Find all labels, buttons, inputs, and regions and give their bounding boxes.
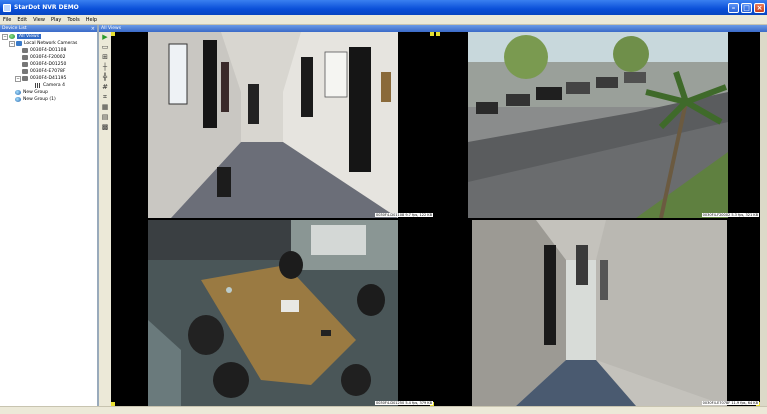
- camera-icon: [22, 55, 28, 60]
- collapse-icon[interactable]: −: [15, 75, 21, 82]
- corner-marker: [436, 32, 440, 36]
- camera-caption: 0030F4-F20002 5.3 fps, 321 KB: [701, 213, 759, 217]
- single-view-icon[interactable]: ▭: [101, 44, 109, 51]
- camera-view[interactable]: 0030F4-D01250 5.4 fps, 379 KB: [111, 220, 434, 406]
- tree-label-camera: 0030F4-E7078F: [30, 69, 66, 74]
- corridor-feed: [436, 220, 760, 406]
- panel-close-icon[interactable]: ×: [91, 26, 95, 32]
- tree-node-camera[interactable]: − 0030F4-D41195: [2, 75, 97, 82]
- menu-file[interactable]: File: [0, 17, 14, 23]
- collapse-icon[interactable]: −: [9, 40, 15, 47]
- sixteen-view-icon[interactable]: ▩: [101, 124, 109, 131]
- view-title: All Views: [101, 26, 122, 31]
- camera-icon: [22, 48, 28, 53]
- tree-label-camera: 0030F4-F20002: [30, 55, 66, 60]
- play-icon[interactable]: ▶: [101, 34, 109, 41]
- camera-caption: 0030F4-D01250 5.4 fps, 379 KB: [374, 401, 433, 405]
- thirteen-view-icon[interactable]: ▤: [101, 114, 109, 121]
- nine-view-icon[interactable]: #: [101, 84, 109, 91]
- hallway-feed: [111, 32, 434, 218]
- tree-label-subcamera: Camera 4: [43, 83, 65, 88]
- close-button[interactable]: ×: [754, 2, 765, 13]
- menu-view[interactable]: View: [30, 17, 48, 23]
- group-icon: [15, 90, 21, 95]
- tree-node-camera[interactable]: 0030F4-D01108: [2, 47, 97, 54]
- device-tree: − All Views − Local Network Cameras 0030…: [0, 32, 97, 103]
- tree-label-camera: 0030F4-D01108: [30, 48, 67, 53]
- camera-caption: 0030F4-D01108 9.7 fps, 122 KB: [374, 213, 433, 217]
- tree-node-camera[interactable]: 0030F4-D01250: [2, 61, 97, 68]
- camera-view[interactable]: 0030F4-F20002 5.3 fps, 321 KB: [436, 32, 760, 218]
- camera-grid: 0030F4-D01108 9.7 fps, 122 KB 0030F4-F20…: [111, 32, 760, 406]
- device-panel: Device List × − All Views − Local Networ…: [0, 25, 99, 406]
- ten-view-icon[interactable]: ⌗: [101, 94, 109, 101]
- conference-room-feed: [111, 220, 434, 406]
- device-panel-title: Device List: [2, 26, 27, 31]
- corner-marker: [430, 32, 434, 36]
- tree-label-camera: 0030F4-D41195: [30, 76, 67, 81]
- tree-label-camera: 0030F4-D01250: [30, 62, 67, 67]
- title-bar: StarDot NVR DEMO – □ ×: [0, 0, 767, 15]
- network-icon: [16, 41, 22, 46]
- tree-node-camera[interactable]: 0030F4-F20002: [2, 54, 97, 61]
- camera-view[interactable]: 0030F4-E7078F 11.9 fps, 64 KB: [436, 220, 760, 406]
- layout-toolbar: ▶ ▭ ⊞ ┼ ╬ # ⌗ ▦ ▤ ▩: [99, 32, 111, 406]
- camera-icon: [22, 69, 28, 74]
- camera-view[interactable]: 0030F4-D01108 9.7 fps, 122 KB: [111, 32, 434, 218]
- view-header: All Views: [99, 25, 767, 32]
- tree-node-all-views[interactable]: − All Views: [2, 33, 97, 40]
- device-panel-header: Device List ×: [0, 25, 97, 32]
- parking-lot-feed: [436, 32, 760, 218]
- globe-icon: [9, 34, 15, 39]
- collapse-icon[interactable]: −: [2, 33, 8, 40]
- camera-icon: [22, 76, 28, 81]
- twelve-view-icon[interactable]: ▦: [101, 104, 109, 111]
- minimize-button[interactable]: –: [728, 2, 739, 13]
- menu-bar: File Edit View Play Tools Help: [0, 15, 767, 25]
- tree-label-group: New Group: [23, 90, 48, 95]
- quad-view-icon[interactable]: ⊞: [101, 54, 109, 61]
- camera-caption: 0030F4-E7078F 11.9 fps, 64 KB: [701, 401, 759, 405]
- tree-label-all-views: All Views: [17, 34, 42, 39]
- menu-edit[interactable]: Edit: [14, 17, 30, 23]
- cross-view-icon[interactable]: ┼: [101, 64, 109, 71]
- tree-node-network[interactable]: − Local Network Cameras: [2, 40, 97, 47]
- menu-help[interactable]: Help: [83, 17, 100, 23]
- window-title: StarDot NVR DEMO: [14, 4, 79, 11]
- tree-node-group[interactable]: New Group: [2, 89, 97, 96]
- tree-label-group: New Group (1): [23, 97, 56, 102]
- camera-icon: [22, 62, 28, 67]
- menu-play[interactable]: Play: [48, 17, 64, 23]
- tree-node-group[interactable]: New Group (1): [2, 96, 97, 103]
- status-bar: [0, 406, 767, 414]
- vertical-scrollbar[interactable]: [760, 32, 767, 406]
- group-icon: [15, 97, 21, 102]
- app-icon: [3, 3, 11, 12]
- corner-marker: [111, 32, 115, 36]
- tree-node-camera[interactable]: 0030F4-E7078F: [2, 68, 97, 75]
- menu-tools[interactable]: Tools: [64, 17, 82, 23]
- grid-view-icon: [35, 83, 41, 88]
- tree-label-network: Local Network Cameras: [24, 41, 78, 46]
- six-view-icon[interactable]: ╬: [101, 74, 109, 81]
- tree-node-subcamera[interactable]: Camera 4: [2, 82, 97, 89]
- maximize-button[interactable]: □: [741, 2, 752, 13]
